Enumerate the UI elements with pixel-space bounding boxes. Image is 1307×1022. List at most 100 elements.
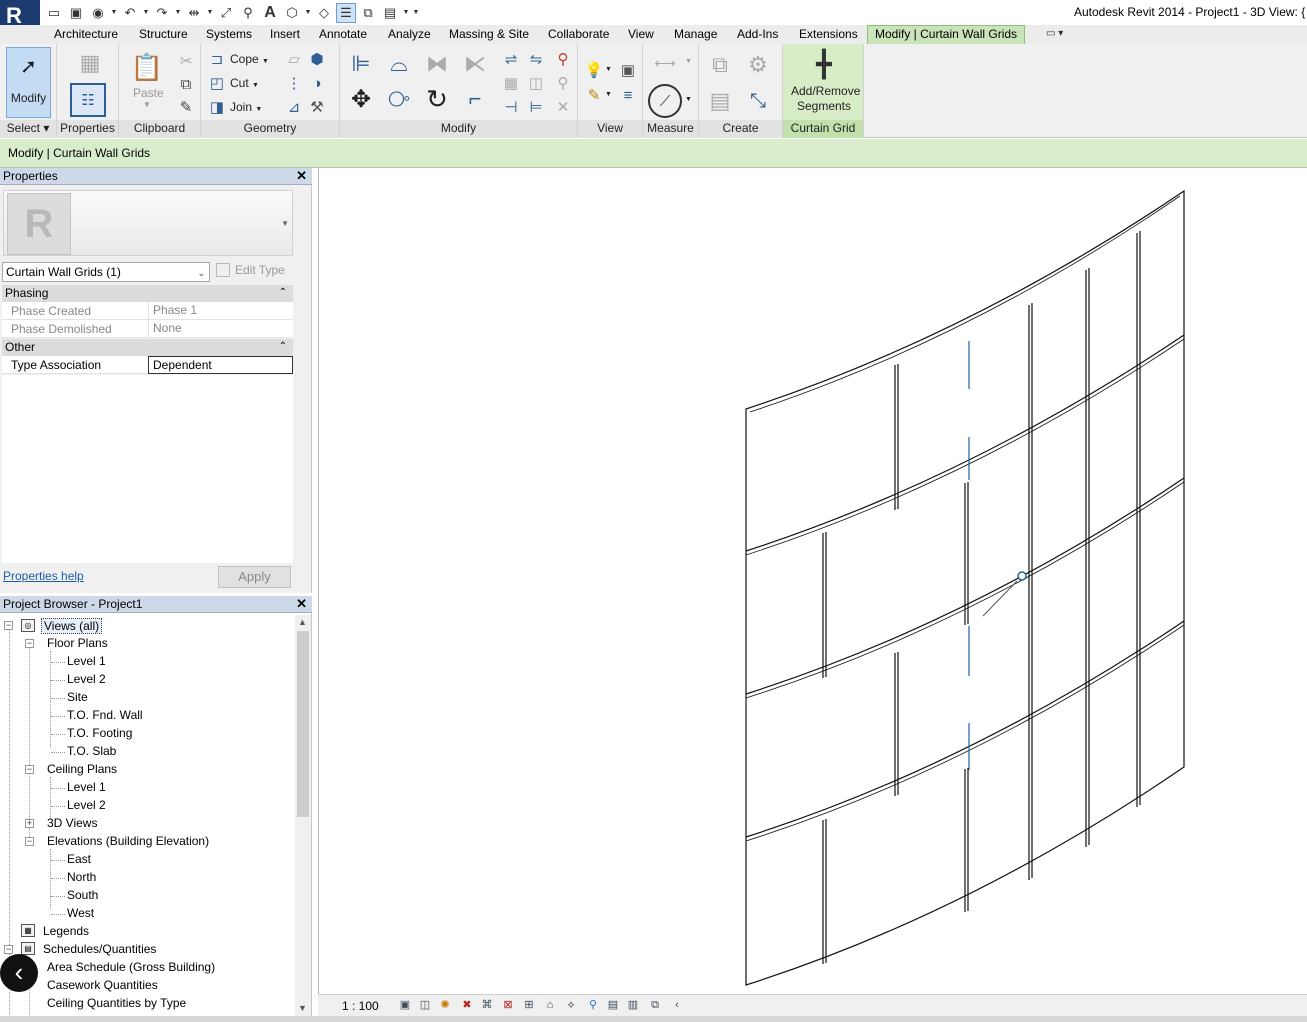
- view-scale[interactable]: 1 : 100: [342, 999, 379, 1013]
- trim-extend-single-icon[interactable]: ⊣: [500, 96, 522, 118]
- type-association-field[interactable]: Dependent: [148, 356, 293, 374]
- highlight-displacement-icon[interactable]: ⧉: [647, 998, 663, 1013]
- tree-item-level-2[interactable]: Level 2: [67, 672, 106, 686]
- split-with-gap-icon[interactable]: ⇋: [525, 48, 547, 70]
- move-icon[interactable]: ✥: [346, 84, 376, 114]
- cut-geometry-icon[interactable]: ◰: [206, 72, 228, 94]
- array-icon[interactable]: ▦: [500, 72, 522, 94]
- split-face-icon[interactable]: ⬢: [306, 48, 328, 70]
- tree-item-site[interactable]: Site: [67, 690, 88, 704]
- rotate-icon[interactable]: ↻: [422, 84, 452, 114]
- instance-selector-dropdown[interactable]: Curtain Wall Grids (1) ⌄: [2, 262, 210, 282]
- chevron-down-icon[interactable]: ▼: [206, 9, 214, 16]
- edit-type-button[interactable]: Edit Type: [216, 263, 285, 277]
- close-hidden-windows-icon[interactable]: ⧉: [358, 3, 378, 23]
- override-graphics-icon[interactable]: 💡: [583, 59, 605, 81]
- tab-add-ins[interactable]: Add-Ins: [737, 27, 778, 41]
- hammer-icon[interactable]: ⚒: [306, 96, 328, 118]
- wall-joins-icon[interactable]: ▱: [283, 48, 305, 70]
- copy-icon[interactable]: ⧉: [175, 73, 197, 95]
- dimension-icon[interactable]: ⟋: [648, 84, 682, 118]
- cut-to-clipboard-icon[interactable]: ✂: [175, 50, 197, 72]
- sync-icon[interactable]: ◉: [88, 3, 108, 23]
- delete-icon[interactable]: ✕: [552, 96, 574, 118]
- tree-item-ceiling-level-2[interactable]: Level 2: [67, 798, 106, 812]
- tab-extensions[interactable]: Extensions: [799, 27, 858, 41]
- text-icon[interactable]: A: [260, 3, 280, 23]
- thin-lines-icon[interactable]: ☰: [336, 2, 356, 23]
- tree-item-south[interactable]: South: [67, 888, 98, 902]
- panel-title-select[interactable]: Select ▾: [0, 120, 56, 138]
- aligned-dimension-icon[interactable]: ⤢: [216, 3, 236, 23]
- mirror-draw-axis-icon[interactable]: ⧔: [460, 50, 490, 78]
- tab-analyze[interactable]: Analyze: [388, 27, 431, 41]
- hide-in-view-icon[interactable]: ▣: [617, 59, 639, 81]
- match-type-icon[interactable]: ✎: [175, 96, 197, 118]
- scale-icon[interactable]: ◫: [525, 72, 547, 94]
- collapse-icon[interactable]: ⌃: [279, 339, 287, 355]
- scroll-down-icon[interactable]: ▼: [298, 1003, 307, 1013]
- create-parts-icon[interactable]: ⚙: [743, 50, 773, 80]
- customize-toolbar-icon[interactable]: ▼: [412, 9, 420, 16]
- temporary-hide-icon[interactable]: ⟡: [563, 998, 579, 1013]
- tree-item-area-schedule[interactable]: Area Schedule (Gross Building): [47, 960, 215, 974]
- tree-item-elevations[interactable]: Elevations (Building Elevation): [47, 834, 209, 848]
- mirror-pick-axis-icon[interactable]: ⧓: [422, 50, 452, 78]
- collapse-toggle[interactable]: −: [4, 945, 13, 954]
- type-properties-icon[interactable]: ▦: [77, 50, 103, 76]
- collapse-toggle[interactable]: −: [4, 621, 13, 630]
- chevron-down-icon[interactable]: ▼: [110, 9, 118, 16]
- collapse-toggle[interactable]: −: [25, 765, 34, 774]
- chevron-down-icon[interactable]: ▼: [685, 58, 692, 65]
- tree-item-views-all[interactable]: Views (all): [41, 618, 103, 634]
- shadows-icon[interactable]: ✖: [459, 998, 475, 1013]
- add-remove-segments-button[interactable]: ╋ Add/Remove Segments: [785, 50, 863, 114]
- collapse-toggle[interactable]: −: [25, 639, 34, 648]
- minimize-ribbon-icon[interactable]: ▭ ▾: [1046, 28, 1063, 39]
- chevron-left-icon[interactable]: ‹: [669, 998, 685, 1013]
- analytical-model-icon[interactable]: ▥: [625, 998, 641, 1013]
- chevron-down-icon[interactable]: ▼: [304, 9, 312, 16]
- curtain-wall-model[interactable]: [319, 168, 1307, 994]
- tab-collaborate[interactable]: Collaborate: [548, 27, 609, 41]
- trim-extend-corner-icon[interactable]: ⌐: [460, 84, 490, 114]
- tree-item-ceiling-quantities[interactable]: Ceiling Quantities by Type: [47, 996, 186, 1010]
- cope-icon[interactable]: ⊐: [206, 48, 228, 70]
- chevron-down-icon[interactable]: ▼: [402, 9, 410, 16]
- close-icon[interactable]: ✕: [296, 596, 307, 612]
- tab-systems[interactable]: Systems: [206, 27, 252, 41]
- detail-level-icon[interactable]: ▣: [397, 998, 413, 1013]
- tree-item-casework-quantities[interactable]: Casework Quantities: [47, 978, 158, 992]
- show-rendering-icon[interactable]: ⌘: [479, 998, 495, 1013]
- paste-label[interactable]: Paste: [133, 86, 164, 100]
- tab-insert[interactable]: Insert: [270, 27, 300, 41]
- type-selector[interactable]: R ▼: [3, 190, 293, 256]
- tab-massing-site[interactable]: Massing & Site: [449, 27, 529, 41]
- undo-icon[interactable]: ↶: [120, 3, 140, 23]
- tree-item-west[interactable]: West: [67, 906, 94, 920]
- apply-button[interactable]: Apply: [218, 566, 291, 588]
- filter-view-icon[interactable]: ≡: [617, 84, 639, 106]
- reveal-hidden-icon[interactable]: ⚲: [585, 998, 601, 1013]
- group-header-phasing[interactable]: Phasing ⌃: [2, 285, 293, 302]
- collapse-icon[interactable]: ⌃: [279, 285, 287, 301]
- tree-item-to-fnd-wall[interactable]: T.O. Fnd. Wall: [67, 708, 143, 722]
- join-icon[interactable]: ◨: [206, 96, 228, 118]
- properties-help-link[interactable]: Properties help: [3, 569, 84, 583]
- chevron-down-icon[interactable]: ▼: [605, 66, 612, 73]
- cope-button[interactable]: Cope ▼: [230, 52, 269, 66]
- tree-item-schedules-quantities[interactable]: Schedules/Quantities: [43, 942, 156, 956]
- tree-item-ceiling-level-1[interactable]: Level 1: [67, 780, 106, 794]
- pin-icon[interactable]: ⚲: [552, 72, 574, 94]
- 3d-view-canvas[interactable]: [318, 168, 1307, 994]
- copy-element-icon[interactable]: ⧂: [384, 84, 414, 114]
- visual-style-icon[interactable]: ◫: [417, 998, 433, 1013]
- tree-item-to-footing[interactable]: T.O. Footing: [67, 726, 132, 740]
- tree-item-to-slab[interactable]: T.O. Slab: [67, 744, 116, 758]
- linework-icon[interactable]: ✎: [583, 84, 605, 106]
- chevron-down-icon[interactable]: ▼: [174, 9, 182, 16]
- tree-item-north[interactable]: North: [67, 870, 96, 884]
- create-similar-icon[interactable]: ⤡: [743, 86, 773, 116]
- tab-view[interactable]: View: [628, 27, 654, 41]
- modify-button[interactable]: ➚ Modify: [6, 47, 51, 118]
